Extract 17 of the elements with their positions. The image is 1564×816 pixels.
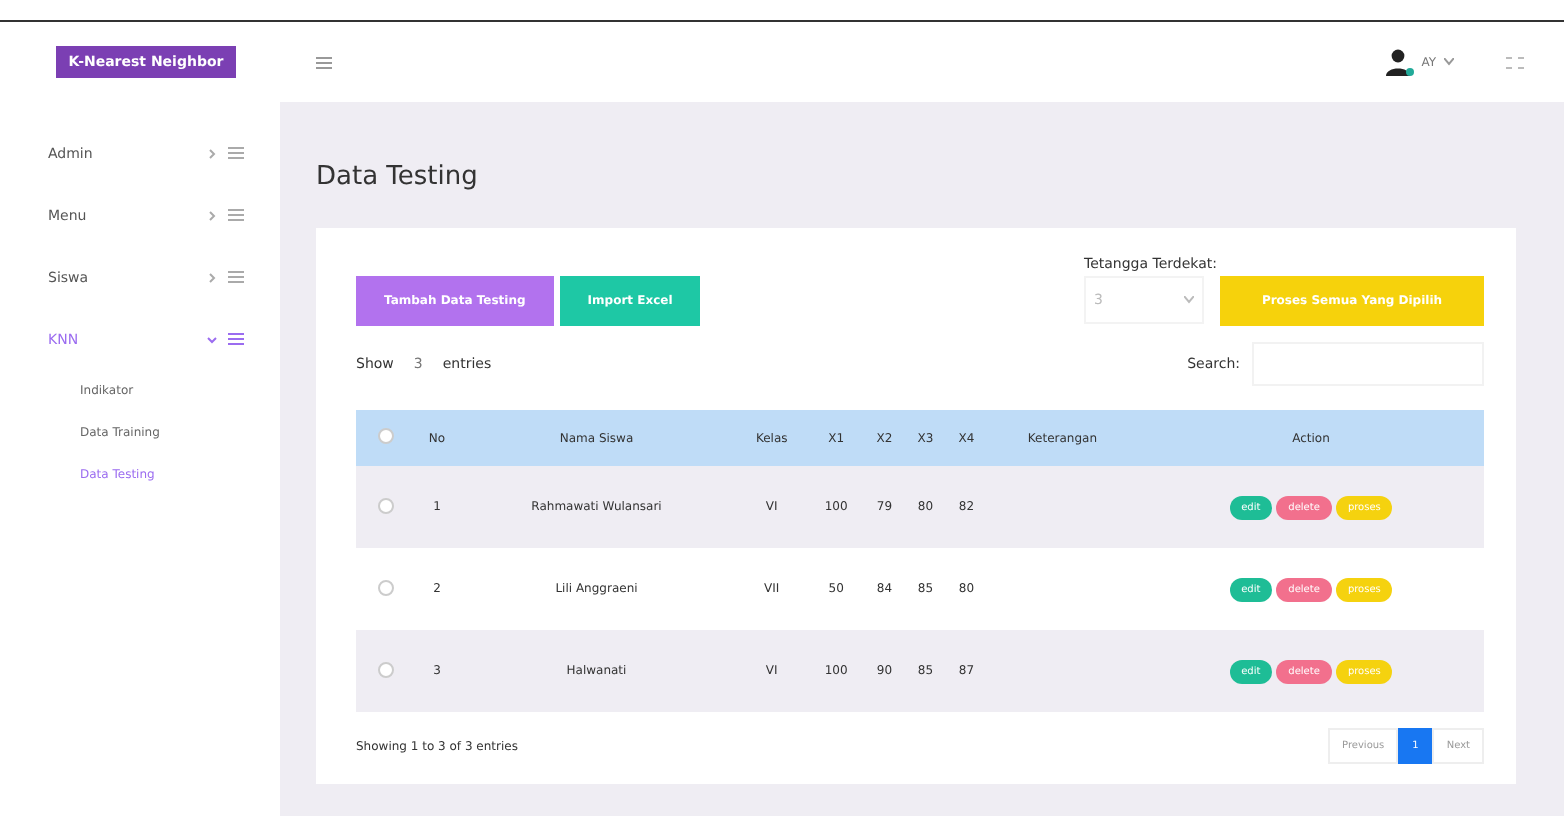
chevron-icon xyxy=(206,147,218,159)
list-icon xyxy=(228,146,244,160)
caret-icon xyxy=(1444,58,1454,66)
user-icon[interactable] xyxy=(1385,48,1414,76)
list-icon xyxy=(228,208,244,222)
menu-icon[interactable] xyxy=(316,55,332,69)
caret-icon xyxy=(1184,296,1194,304)
chevron-icon xyxy=(206,271,218,283)
chevron-icon xyxy=(206,209,218,221)
list-icon xyxy=(228,332,244,346)
list-icon xyxy=(228,270,244,284)
row-checkbox[interactable] xyxy=(378,661,394,677)
page-title: Data Testing xyxy=(316,162,480,192)
grid-icon[interactable] xyxy=(1506,53,1524,71)
row-checkbox[interactable] xyxy=(378,579,394,595)
row-checkbox[interactable] xyxy=(378,497,394,513)
select-all-checkbox[interactable] xyxy=(378,428,394,444)
